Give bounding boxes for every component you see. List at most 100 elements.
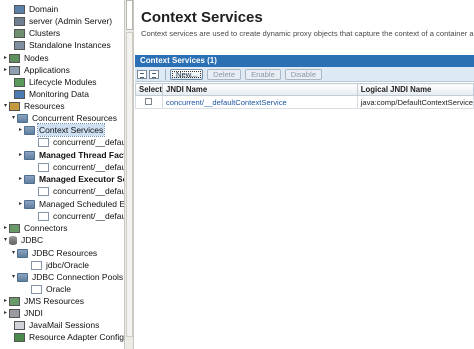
mail-icon xyxy=(14,320,25,330)
cluster-icon xyxy=(14,28,25,38)
tree-item-managed-scheduled-exec[interactable]: ▸ Managed Scheduled Exec xyxy=(17,198,124,210)
tree-item-managed-executor-servi[interactable]: ▸ Managed Executor Servi xyxy=(17,173,124,185)
page-description: Context services are used to create dyna… xyxy=(141,29,474,38)
expand-icon[interactable]: ▸ xyxy=(17,149,24,161)
expand-icon[interactable]: ▸ xyxy=(2,307,9,319)
tree-item-javamail-sessions[interactable]: JavaMail Sessions xyxy=(7,319,100,331)
tree-item-label: JDBC Resources xyxy=(32,248,98,258)
tree-item-resources[interactable]: ▾ Resources xyxy=(2,100,66,112)
scrollbar-thumb[interactable] xyxy=(126,0,133,30)
folder-icon xyxy=(17,248,28,258)
tree-item-jms-resources[interactable]: ▸ JMS Resources xyxy=(2,295,85,307)
tree-item-label: Managed Executor Servi xyxy=(39,174,124,184)
tree-item-server-admin-server[interactable]: server (Admin Server) xyxy=(7,15,113,27)
tree-item-label: JNDI xyxy=(24,308,43,318)
tree-item-jdbc-oracle[interactable]: jdbc/Oracle xyxy=(24,259,90,271)
context-services-table: Select JNDI Name Logical JNDI Name concu… xyxy=(135,83,474,109)
enable-button[interactable]: Enable xyxy=(245,68,281,80)
expand-icon[interactable]: ▸ xyxy=(17,198,24,210)
expand-icon[interactable]: ▸ xyxy=(2,64,9,76)
tree-item-label: JDBC xyxy=(21,235,44,245)
nodes-icon xyxy=(9,53,20,63)
tree-item-concurrent-defaultcon[interactable]: concurrent/__defaultCon xyxy=(31,136,124,148)
expand-icon[interactable]: ▸ xyxy=(17,124,24,136)
tree-item-concurrent-defaultman[interactable]: concurrent/__defaultMan xyxy=(31,185,124,197)
collapse-icon[interactable]: ▾ xyxy=(2,100,9,112)
tree-item-label: Lifecycle Modules xyxy=(29,77,97,87)
expand-icon[interactable]: ▸ xyxy=(2,222,9,234)
tree-item-jdbc-resources[interactable]: ▾ JDBC Resources xyxy=(10,247,98,259)
navigation-tree: Domain server (Admin Server) Clusters Stand… xyxy=(0,0,124,349)
collapse-icon[interactable]: ▾ xyxy=(2,234,9,246)
tree-item-domain[interactable]: Domain xyxy=(7,3,59,15)
folder-icon xyxy=(24,199,35,209)
jndi-name-link[interactable]: concurrent/__defaultContextService xyxy=(166,98,287,107)
tree-item-label: Oracle xyxy=(46,284,72,294)
logical-jndi-name-cell: java:comp/DefaultContextService xyxy=(356,95,474,109)
folder-icon xyxy=(24,174,35,184)
tree-item-oracle[interactable]: Oracle xyxy=(24,283,72,295)
new-button[interactable]: New... xyxy=(170,68,204,80)
collapse-icon[interactable]: ▾ xyxy=(10,247,17,259)
tree-item-label: Monitoring Data xyxy=(29,89,90,99)
tree-item-concurrent-defaultman[interactable]: concurrent/__defaultMan xyxy=(31,161,124,173)
server-icon xyxy=(14,16,25,26)
deselect-all-icon[interactable] xyxy=(149,69,159,79)
delete-button[interactable]: Delete xyxy=(207,68,242,80)
nav-scrollbar[interactable] xyxy=(124,0,134,349)
table-caption: Context Services (1) xyxy=(135,55,474,67)
column-header-jndi-name[interactable]: JNDI Name xyxy=(161,83,358,96)
expand-icon[interactable]: ▸ xyxy=(2,295,9,307)
resource-icon xyxy=(38,162,49,172)
tree-item-nodes[interactable]: ▸ Nodes xyxy=(2,52,50,64)
select-cell xyxy=(135,95,163,109)
tree-item-lifecycle-modules[interactable]: Lifecycle Modules xyxy=(7,76,98,88)
instance-icon xyxy=(14,40,25,50)
tree-item-resource-adapter-configs[interactable]: Resource Adapter Configs xyxy=(7,331,124,343)
expand-icon[interactable]: ▸ xyxy=(17,173,24,185)
column-header-select[interactable]: Select xyxy=(135,83,163,96)
jndi-icon xyxy=(9,308,20,318)
disable-button[interactable]: Disable xyxy=(284,68,323,80)
toolbar-separator xyxy=(165,68,166,80)
folder-icon xyxy=(24,125,35,135)
lifecycle-icon xyxy=(14,77,25,87)
collapse-icon[interactable]: ▾ xyxy=(10,112,17,124)
resource-icon xyxy=(38,137,49,147)
row-select-checkbox[interactable] xyxy=(145,97,153,105)
expand-icon[interactable]: ▸ xyxy=(2,52,9,64)
tree-item-jndi[interactable]: ▸ JNDI xyxy=(2,307,44,319)
tree-item-label: Concurrent Resources xyxy=(32,113,118,123)
tree-item-jdbc-connection-pools[interactable]: ▾ JDBC Connection Pools xyxy=(10,271,124,283)
select-all-icon[interactable] xyxy=(137,69,147,79)
connectors-icon xyxy=(9,223,20,233)
collapse-icon[interactable]: ▾ xyxy=(10,271,17,283)
tree-item-label: Managed Scheduled Exec xyxy=(39,199,124,209)
tree-item-jdbc[interactable]: ▾ JDBC xyxy=(2,234,44,246)
tree-item-label: Managed Thread Factor xyxy=(39,150,124,160)
applications-icon xyxy=(9,65,20,75)
scrollbar-track[interactable] xyxy=(126,32,133,337)
tree-item-managed-thread-factor[interactable]: ▸ Managed Thread Factor xyxy=(17,149,124,161)
monitoring-icon xyxy=(14,89,25,99)
tree-item-context-services[interactable]: ▸ Context Services xyxy=(17,123,106,137)
tree-item-connectors[interactable]: ▸ Connectors xyxy=(2,222,68,234)
tree-item-concurrent-defaultman[interactable]: concurrent/__defaultMan xyxy=(31,210,124,222)
tree-item-monitoring-data[interactable]: Monitoring Data xyxy=(7,88,90,100)
column-header-logical-jndi-name[interactable]: Logical JNDI Name xyxy=(356,83,474,96)
tree-item-label: Applications xyxy=(24,65,70,75)
tree-item-clusters[interactable]: Clusters xyxy=(7,27,61,39)
tree-item-concurrent-resources[interactable]: ▾ Concurrent Resources xyxy=(10,112,118,124)
tree-item-standalone-instances[interactable]: Standalone Instances xyxy=(7,39,112,51)
tree-item-label: concurrent/__defaultMan xyxy=(53,186,124,196)
jdbc-icon xyxy=(9,235,17,245)
tree-item-applications[interactable]: ▸ Applications xyxy=(2,64,71,76)
